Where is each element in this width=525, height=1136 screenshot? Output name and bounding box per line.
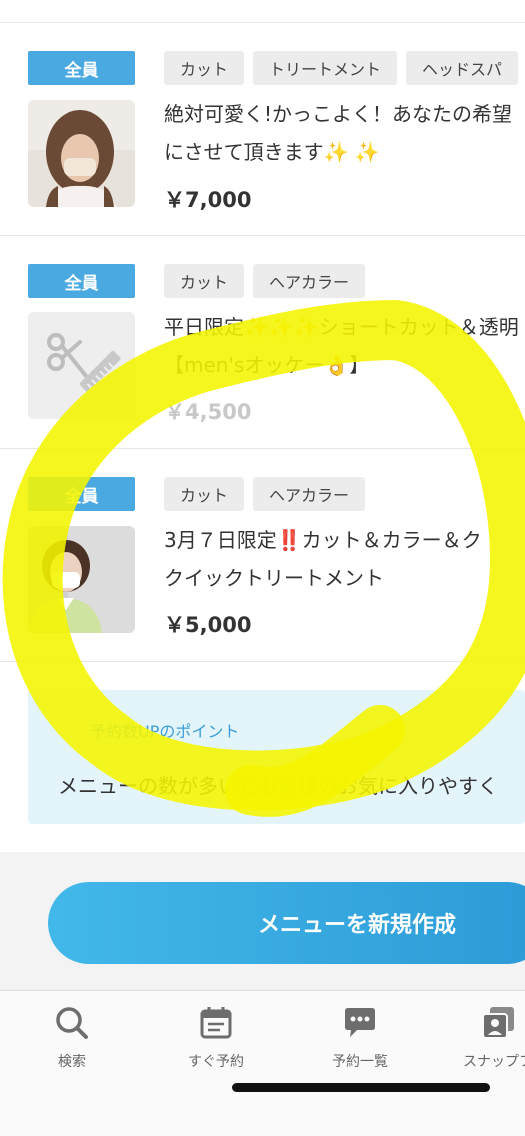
- tab-booking-list[interactable]: 予約一覧: [300, 1005, 420, 1071]
- tab-label: スナップフ: [463, 1054, 525, 1070]
- audience-badge: 全員: [28, 51, 135, 85]
- tab-snap[interactable]: スナップフ: [438, 1005, 525, 1071]
- menu-title: 3月７日限定‼️カット＆カラー＆ク クイックトリートメント: [164, 528, 482, 590]
- menu-photo: [28, 526, 135, 633]
- tab-label: 予約一覧: [332, 1054, 388, 1070]
- home-indicator: [232, 1083, 490, 1092]
- tag-haircolor: ヘアカラー: [253, 264, 366, 298]
- tab-label: すぐ予約: [188, 1054, 244, 1070]
- menu-price: ￥7,000: [164, 188, 252, 212]
- tag-cut: カット: [164, 264, 245, 298]
- menu-photo: [28, 100, 135, 207]
- button-area: メニューを新規作成: [0, 852, 525, 990]
- tips-text: メニューの数が多いとお客様のお気に入りやすく: [58, 774, 498, 798]
- snap-icon: [482, 1007, 514, 1039]
- chat-icon: [345, 1008, 375, 1037]
- menu-tags: カット トリートメント ヘッドスパ: [164, 51, 519, 85]
- menu-price: ￥5,000: [164, 613, 252, 637]
- menu-card-3[interactable]: 全員 カット ヘアカラー 3月７日限定‼️カット＆カラー＆ク クイックトリートメ…: [0, 449, 525, 662]
- scissors-comb-icon: [28, 312, 135, 419]
- menu-card-1[interactable]: 全員 カット トリートメント ヘッドスパ 絶対可愛く!かっこよく！あなたの希望 …: [0, 23, 525, 236]
- tab-quick-booking[interactable]: すぐ予約: [156, 1005, 276, 1071]
- search-icon: [56, 1007, 88, 1039]
- tab-search[interactable]: 検索: [12, 1005, 132, 1071]
- create-menu-button[interactable]: メニューを新規作成: [48, 882, 525, 964]
- tag-haircolor: ヘアカラー: [253, 477, 366, 511]
- menu-card-2[interactable]: 全員 カット ヘアカラー 平日限定✨✨✨ショートカット＆透明 【men'sオッケ…: [0, 236, 525, 449]
- menu-title: 絶対可愛く!かっこよく！あなたの希望 にさせて頂きます✨ ✨: [164, 102, 513, 164]
- menu-title: 平日限定✨✨✨ショートカット＆透明 【men'sオッケー👌】: [164, 315, 519, 377]
- tag-treatment: トリートメント: [253, 51, 398, 85]
- tag-headspa: ヘッドスパ: [406, 51, 519, 85]
- audience-badge: 全員: [28, 477, 135, 511]
- audience-badge: 全員: [28, 264, 135, 298]
- tag-cut: カット: [164, 477, 245, 511]
- tab-label: 検索: [58, 1054, 86, 1070]
- menu-tags: カット ヘアカラー: [164, 264, 366, 298]
- menu-price: ￥4,500: [164, 400, 252, 424]
- booking-tips-box: 予約数UPのポイント メニューの数が多いとお客様のお気に入りやすく: [28, 690, 525, 824]
- calendar-icon: [200, 1007, 232, 1039]
- tag-cut: カット: [164, 51, 245, 85]
- menu-tags: カット ヘアカラー: [164, 477, 366, 511]
- tips-title: 予約数UPのポイント: [90, 722, 240, 741]
- bottom-tab-bar: 検索 すぐ予約 予約一覧 スナップフ: [0, 990, 525, 1136]
